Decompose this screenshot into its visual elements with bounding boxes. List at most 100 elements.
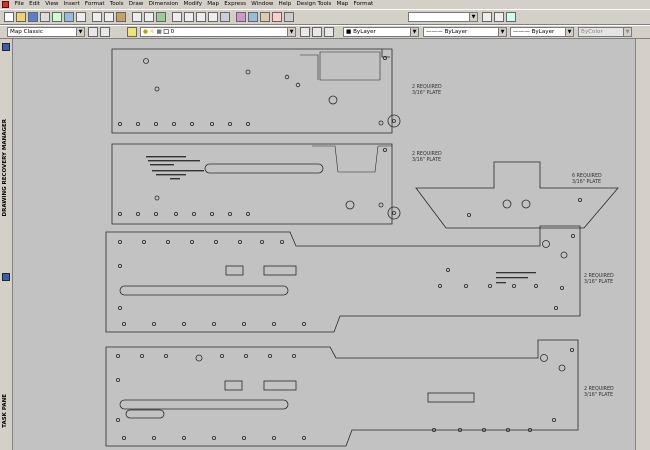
plate-2-qty: 2 REQUIRED	[412, 151, 442, 157]
copy-icon[interactable]	[92, 12, 102, 22]
layer-states-icon[interactable]	[324, 27, 334, 37]
plate-2[interactable]	[111, 143, 401, 225]
plot-preview-icon[interactable]	[52, 12, 62, 22]
color-swatch: ■	[346, 29, 352, 35]
task-pane-tab[interactable]: TASK PANE	[2, 394, 8, 428]
menu-format-15[interactable]: Format	[351, 0, 376, 9]
redo-icon[interactable]	[494, 12, 504, 22]
workspace-value: Map Classic	[10, 29, 43, 35]
menu-draw-6[interactable]: Draw	[126, 0, 146, 9]
task-pane-icon[interactable]	[2, 273, 10, 281]
zoom-window-icon[interactable]	[196, 12, 206, 22]
layer-previous-icon[interactable]	[312, 27, 322, 37]
design-center-icon[interactable]	[236, 12, 246, 22]
lineweight-value: ByLayer	[531, 29, 555, 35]
right-scroll-strip[interactable]	[635, 39, 650, 450]
menu-bar: File Edit View Insert Format Tools Draw Dimensi…	[0, 0, 650, 9]
plate-3-spec: 3/16" PLATE	[572, 179, 601, 185]
drawing-recovery-icon[interactable]	[2, 43, 10, 51]
properties-icon[interactable]	[220, 12, 230, 22]
plate-4-qty: 2 REQUIRED	[584, 273, 614, 279]
zoom-realtime-icon[interactable]	[184, 12, 194, 22]
menu-design-tools-13[interactable]: Design Tools	[294, 0, 334, 9]
plate-5[interactable]	[105, 339, 579, 447]
tool-palettes-icon[interactable]	[248, 12, 258, 22]
undo-icon[interactable]	[132, 12, 142, 22]
chevron-down-icon: ▼	[498, 28, 506, 36]
layer-value: 0	[170, 29, 175, 35]
color-value: ByLayer	[353, 29, 376, 35]
plate-4[interactable]	[105, 225, 581, 333]
chevron-down-icon: ▼	[565, 28, 573, 36]
cut-icon[interactable]	[76, 12, 86, 22]
workspace-settings-icon[interactable]	[88, 27, 98, 37]
help-icon[interactable]	[506, 12, 516, 22]
menu-file-0[interactable]: File	[12, 0, 27, 9]
menu-insert-3[interactable]: Insert	[61, 0, 82, 9]
menu-map-9[interactable]: Map	[205, 0, 222, 9]
color-combo[interactable]: ■ ByLayer ▼	[343, 27, 419, 37]
open-icon[interactable]	[16, 12, 26, 22]
chevron-down-icon: ▼	[410, 28, 418, 36]
menu-dimension-7[interactable]: Dimension	[146, 0, 181, 9]
markup-icon[interactable]	[272, 12, 282, 22]
workspace-combo[interactable]: Map Classic ▼	[7, 27, 85, 37]
palette-strip: DRAWING RECOVERY MANAGER TASK PANE	[0, 39, 13, 450]
layers-toolbar: Map Classic ▼ ● ☼ ■ ■ 0 ▼ ■ ByLayer ▼ ——…	[0, 25, 650, 39]
chevron-down-icon: ▼	[469, 13, 477, 21]
menu-map-14[interactable]: Map	[334, 0, 351, 9]
print-icon[interactable]	[40, 12, 50, 22]
lineweight-combo[interactable]: ——— ByLayer ▼	[510, 27, 574, 37]
publish-icon[interactable]	[64, 12, 74, 22]
menu-modify-8[interactable]: Modify	[181, 0, 205, 9]
workspace-save-icon[interactable]	[100, 27, 110, 37]
menu-help-12[interactable]: Help	[276, 0, 294, 9]
plate-5-holes	[116, 353, 557, 440]
menu-edit-1[interactable]: Edit	[27, 0, 43, 9]
plate-5-spec: 3/16" PLATE	[584, 392, 613, 398]
sheet-set-icon[interactable]	[260, 12, 270, 22]
chevron-down-icon: ▼	[623, 28, 631, 36]
drawing-recovery-manager-tab[interactable]: DRAWING RECOVERY MANAGER	[2, 119, 8, 216]
paste-icon[interactable]	[104, 12, 114, 22]
calculator-icon[interactable]	[284, 12, 294, 22]
linetype-sample: ———	[426, 29, 443, 35]
menu-view-2[interactable]: View	[43, 0, 61, 9]
plate-5-qty: 2 REQUIRED	[584, 386, 614, 392]
app-icon[interactable]	[2, 1, 9, 8]
menu-tools-5[interactable]: Tools	[107, 0, 126, 9]
plate-3-qty: 6 REQUIRED	[572, 173, 602, 179]
menu-format-4[interactable]: Format	[82, 0, 107, 9]
plotstyle-combo[interactable]: ByColor ▼	[578, 27, 632, 37]
drawing-svg: 2 REQUIRED 3/16" PLATE 2 REQUIRED 3/16" …	[105, 48, 619, 447]
named-view-combo[interactable]: ▼	[408, 12, 478, 22]
lineweight-sample: ———	[513, 29, 530, 35]
plate-1-qty: 2 REQUIRED	[412, 84, 442, 90]
make-layer-current-icon[interactable]	[300, 27, 310, 37]
menu-express-10[interactable]: Express	[222, 0, 249, 9]
undo-icon[interactable]	[482, 12, 492, 22]
new-icon[interactable]	[4, 12, 14, 22]
standard-toolbar: ▼	[0, 9, 650, 25]
linetype-value: ByLayer	[444, 29, 468, 35]
plate-4-engraving	[496, 272, 536, 284]
publish-web-icon[interactable]	[156, 12, 166, 22]
match-properties-icon[interactable]	[116, 12, 126, 22]
drawing-canvas[interactable]: 2 REQUIRED 3/16" PLATE 2 REQUIRED 3/16" …	[13, 39, 635, 450]
redo-icon[interactable]	[144, 12, 154, 22]
pan-icon[interactable]	[172, 12, 182, 22]
layer-combo[interactable]: ● ☼ ■ ■ 0 ▼	[140, 27, 296, 37]
plate-1[interactable]	[111, 48, 401, 134]
linetype-combo[interactable]: ——— ByLayer ▼	[423, 27, 507, 37]
plate-2-engraving	[146, 156, 204, 180]
lightbulb-icon: ●	[143, 29, 148, 35]
zoom-previous-icon[interactable]	[208, 12, 218, 22]
plate-3[interactable]	[415, 161, 619, 229]
lock-icon: ■	[156, 29, 162, 35]
sun-icon: ☼	[149, 29, 155, 35]
plate-4-spec: 3/16" PLATE	[584, 279, 613, 285]
save-icon[interactable]	[28, 12, 38, 22]
menu-window-11[interactable]: Window	[249, 0, 276, 9]
layer-color-swatch: ■	[163, 29, 169, 36]
layer-manager-icon[interactable]	[127, 27, 137, 37]
